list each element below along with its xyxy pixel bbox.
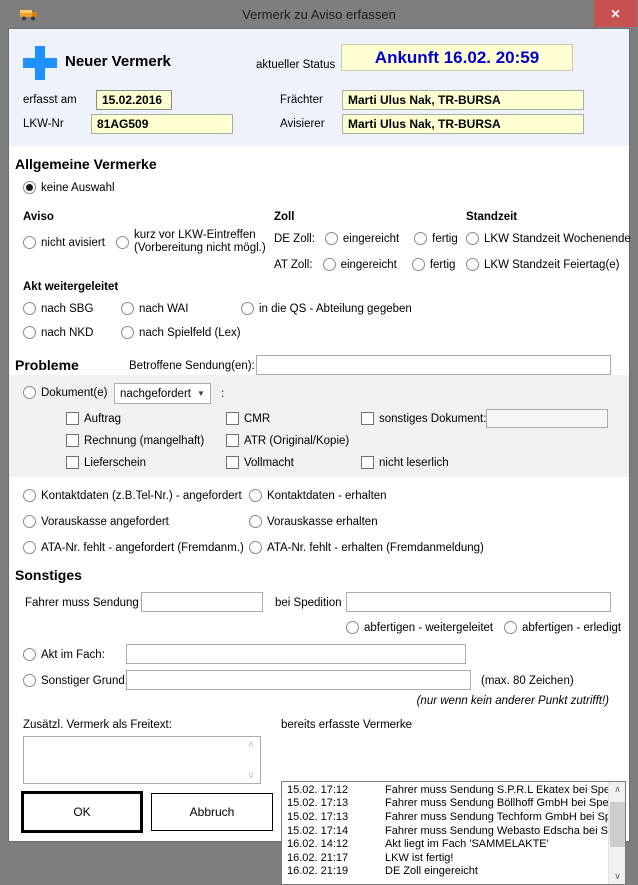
vermerke-listbox[interactable]: 15.02. 17:12 Fahrer muss Sendung S.P.R.L…	[281, 781, 626, 885]
radio-qs-abteilung[interactable]: in die QS - Abteilung gegeben	[241, 302, 412, 315]
aviso-heading: Aviso	[23, 211, 54, 223]
radio-vorauskasse-erhalten[interactable]: Vorauskasse erhalten	[249, 515, 378, 528]
section-allgemeine-vermerke: Allgemeine Vermerke	[15, 156, 157, 172]
avisierer-field[interactable]: Marti Ulus Nak, TR-BURSA	[342, 114, 584, 134]
lkw-nr-label: LKW-Nr	[23, 118, 64, 130]
betroffene-sendungen-input[interactable]	[256, 355, 611, 375]
spedition-input[interactable]	[346, 592, 611, 612]
section-probleme: Probleme	[15, 357, 79, 373]
betroffene-sendungen-label: Betroffene Sendung(en):	[129, 360, 255, 372]
abbruch-button[interactable]: Abbruch	[151, 793, 273, 831]
de-zoll-label: DE Zoll:	[274, 233, 315, 245]
list-item[interactable]: 15.02. 17:12 Fahrer muss Sendung S.P.R.L…	[282, 783, 608, 797]
scroll-up-icon: ∧	[247, 739, 254, 750]
section-sonstiges: Sonstiges	[15, 567, 82, 583]
checkbox-lieferschein[interactable]: Lieferschein	[66, 456, 146, 469]
freitext-textarea[interactable]: ∧ ∨	[23, 736, 261, 784]
lkw-nr-field[interactable]: 81AG509	[91, 114, 233, 134]
radio-selected-icon	[23, 181, 36, 194]
radio-standzeit-wochenende[interactable]: LKW Standzeit Wochenende	[466, 232, 631, 245]
radio-de-eingereicht[interactable]: eingereicht	[325, 232, 399, 245]
avisierer-label: Avisierer	[280, 118, 325, 130]
freitext-label: Zusätzl. Vermerk als Freitext:	[23, 719, 172, 731]
list-item[interactable]: 15.02. 17:13 Fahrer muss Sendung Böllhof…	[282, 797, 608, 811]
close-icon: ✕	[610, 7, 620, 21]
standzeit-heading: Standzeit	[466, 211, 517, 223]
window-title: Vermerk zu Aviso erfassen	[0, 7, 638, 22]
scroll-up-icon[interactable]: ∧	[609, 782, 626, 797]
radio-nach-wai[interactable]: nach WAI	[121, 302, 188, 315]
hinweis-note: (nur wenn kein anderer Punkt zutrifft!)	[417, 695, 609, 707]
radio-ata-erhalten[interactable]: ATA-Nr. fehlt - erhalten (Fremdanmeldung…	[249, 541, 484, 554]
radio-nach-nkd[interactable]: nach NKD	[23, 326, 93, 339]
list-item[interactable]: 16.02. 21:17 LKW ist fertig!	[282, 851, 608, 865]
erfasst-am-field[interactable]: 15.02.2016	[96, 90, 172, 110]
radio-kontaktdaten-angefordert[interactable]: Kontaktdaten (z.B.Tel-Nr.) - angefordert	[23, 489, 242, 502]
max-zeichen-label: (max. 80 Zeichen)	[481, 675, 574, 687]
erfasst-am-label: erfasst am	[23, 94, 77, 106]
radio-nach-spielfeld[interactable]: nach Spielfeld (Lex)	[121, 326, 241, 339]
header-section: Neuer Vermerk aktueller Status Ankunft 1…	[9, 29, 629, 146]
radio-abfertigen-erledigt[interactable]: abfertigen - erledigt	[504, 621, 621, 634]
radio-dokumente[interactable]: Dokument(e)	[23, 386, 107, 399]
plus-icon	[23, 46, 57, 80]
bereits-erfasste-vermerke-label: bereits erfasste Vermerke	[281, 719, 412, 731]
ok-button[interactable]: OK	[21, 791, 143, 833]
status-label: aktueller Status	[256, 59, 335, 71]
scroll-down-icon: ∨	[247, 770, 254, 781]
textarea-scrollbar[interactable]: ∧ ∨	[244, 739, 258, 781]
radio-abfertigen-weitergeleitet[interactable]: abfertigen - weitergeleitet	[346, 621, 493, 634]
radio-standzeit-feiertag[interactable]: LKW Standzeit Feiertag(e)	[466, 258, 620, 271]
list-item[interactable]: 15.02. 17:14 Fahrer muss Sendung Webasto…	[282, 824, 608, 838]
chevron-down-icon: ▼	[193, 385, 209, 402]
zoll-heading: Zoll	[274, 211, 294, 223]
page-title: Neuer Vermerk	[65, 53, 171, 70]
fraechter-field[interactable]: Marti Ulus Nak, TR-BURSA	[342, 90, 584, 110]
checkbox-cmr[interactable]: CMR	[226, 412, 270, 425]
dokumente-panel: Dokument(e) nachgefordert ▼ : Auftrag CM…	[9, 375, 629, 477]
scrollbar-thumb[interactable]	[610, 802, 625, 847]
status-value: Ankunft 16.02. 20:59	[341, 44, 573, 71]
radio-keine-auswahl[interactable]: keine Auswahl	[23, 181, 115, 194]
radio-sonstiger-grund[interactable]: Sonstiger Grund:	[23, 674, 128, 687]
checkbox-atr[interactable]: ATR (Original/Kopie)	[226, 434, 349, 447]
checkbox-rechnung[interactable]: Rechnung (mangelhaft)	[66, 434, 204, 447]
listbox-scrollbar[interactable]: ∧ ∨	[608, 782, 625, 884]
sonstiger-grund-input[interactable]	[126, 670, 471, 690]
zoll-at-row: AT Zoll: eingereicht fertig	[274, 258, 455, 271]
radio-akt-im-fach[interactable]: Akt im Fach:	[23, 648, 105, 661]
zoll-de-row: DE Zoll: eingereicht fertig	[274, 232, 458, 245]
checkbox-sonstiges-dokument[interactable]: sonstiges Dokument:	[361, 412, 486, 425]
fraechter-label: Frächter	[280, 94, 323, 106]
radio-nach-sbg[interactable]: nach SBG	[23, 302, 93, 315]
list-item[interactable]: 15.02. 17:13 Fahrer muss Sendung Techfor…	[282, 810, 608, 824]
dialog-body: Neuer Vermerk aktueller Status Ankunft 1…	[8, 28, 630, 842]
dokumente-colon: :	[221, 388, 224, 400]
bei-spedition-label: bei Spedition	[275, 597, 342, 609]
checkbox-vollmacht[interactable]: Vollmacht	[226, 456, 294, 469]
scroll-down-icon[interactable]: ∨	[609, 869, 626, 884]
fahrer-muss-sendung-label: Fahrer muss Sendung	[25, 597, 139, 609]
radio-at-eingereicht[interactable]: eingereicht	[323, 258, 397, 271]
radio-at-fertig[interactable]: fertig	[412, 258, 456, 271]
checkbox-nicht-leserlich[interactable]: nicht leserlich	[361, 456, 449, 469]
akt-im-fach-input[interactable]	[126, 644, 466, 664]
titlebar: Vermerk zu Aviso erfassen ✕	[0, 0, 638, 28]
akt-weitergeleitet-heading: Akt weitergeleitet	[23, 281, 118, 293]
radio-kontaktdaten-erhalten[interactable]: Kontaktdaten - erhalten	[249, 489, 387, 502]
list-item[interactable]: 16.02. 14:12 Akt liegt im Fach 'SAMMELAK…	[282, 837, 608, 851]
dokumente-dropdown[interactable]: nachgefordert ▼	[114, 383, 211, 404]
radio-kurz-vor-eintreffen[interactable]: kurz vor LKW-Eintreffen (Vorbereitung ni…	[116, 229, 266, 255]
close-button[interactable]: ✕	[594, 0, 637, 27]
vermerke-list: 15.02. 17:12 Fahrer muss Sendung S.P.R.L…	[282, 783, 608, 878]
fahrer-sendung-input[interactable]	[141, 592, 263, 612]
list-item[interactable]: 16.02. 21:19 DE Zoll eingereicht	[282, 865, 608, 879]
radio-de-fertig[interactable]: fertig	[414, 232, 458, 245]
sonstiges-dokument-input[interactable]	[486, 409, 608, 428]
radio-ata-angefordert[interactable]: ATA-Nr. fehlt - angefordert (Fremdanm.)	[23, 541, 244, 554]
at-zoll-label: AT Zoll:	[274, 259, 313, 271]
radio-nicht-avisiert[interactable]: nicht avisiert	[23, 236, 105, 249]
checkbox-auftrag[interactable]: Auftrag	[66, 412, 121, 425]
radio-vorauskasse-angefordert[interactable]: Vorauskasse angefordert	[23, 515, 169, 528]
